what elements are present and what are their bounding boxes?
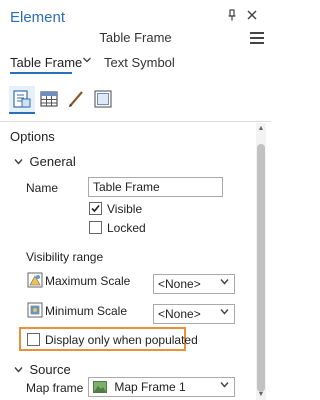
map-frame-label: Map frame: [26, 381, 84, 395]
name-label: Name: [26, 181, 59, 195]
table-icon[interactable]: [39, 89, 61, 111]
maximum-scale-label: Maximum Scale: [45, 274, 131, 288]
scale-icon: [27, 272, 43, 288]
name-field[interactable]: [88, 177, 223, 197]
locked-checkbox[interactable]: [89, 221, 102, 234]
pin-icon[interactable]: [225, 9, 239, 23]
active-tab-indicator: [10, 72, 72, 74]
options-heading: Options: [10, 129, 55, 144]
options-icon[interactable]: [12, 89, 34, 111]
minimum-scale-select[interactable]: <None>: [153, 304, 235, 324]
general-section-toggle[interactable]: General: [14, 154, 76, 169]
menu-icon[interactable]: [250, 32, 264, 47]
scale-icon: [27, 302, 43, 318]
pane-title: Element: [10, 9, 66, 26]
maximum-scale-select[interactable]: <None>: [153, 274, 235, 294]
chevron-down-icon: [14, 158, 26, 168]
pen-icon[interactable]: [66, 89, 88, 111]
element-name-heading: Table Frame: [99, 30, 172, 45]
display-icon[interactable]: [93, 89, 115, 111]
checkmark-icon: [91, 204, 100, 213]
scrollbar-thumb[interactable]: [257, 144, 265, 392]
toolbar-divider: [0, 121, 271, 122]
tab-table-frame[interactable]: Table Frame: [10, 55, 82, 70]
scroll-down-icon[interactable]: ▼: [256, 391, 266, 398]
display-populated-label: Display only when populated: [45, 333, 198, 347]
minimum-scale-label: Minimum Scale: [45, 304, 128, 318]
scroll-up-icon[interactable]: ▲: [256, 125, 266, 132]
visibility-range-heading: Visibility range: [26, 250, 104, 264]
source-heading: Source: [29, 362, 71, 377]
chevron-down-icon: [220, 307, 229, 319]
chevron-down-icon: [220, 380, 229, 392]
chevron-down-icon[interactable]: [82, 55, 92, 68]
tab-text-symbol[interactable]: Text Symbol: [104, 55, 175, 70]
visible-label: Visible: [107, 202, 143, 216]
maximum-scale-value: <None>: [158, 277, 201, 291]
display-populated-checkbox[interactable]: [27, 333, 40, 346]
chevron-down-icon: [14, 366, 26, 376]
map-frame-icon: [93, 381, 107, 396]
map-frame-value: Map Frame 1: [114, 380, 186, 394]
close-icon[interactable]: [245, 9, 259, 23]
locked-label: Locked: [107, 221, 146, 235]
source-section-toggle[interactable]: Source: [14, 362, 71, 377]
map-frame-select[interactable]: Map Frame 1: [88, 377, 235, 397]
chevron-down-icon: [220, 277, 229, 289]
visible-checkbox[interactable]: [89, 202, 102, 215]
general-heading: General: [29, 154, 76, 169]
minimum-scale-value: <None>: [158, 307, 201, 321]
